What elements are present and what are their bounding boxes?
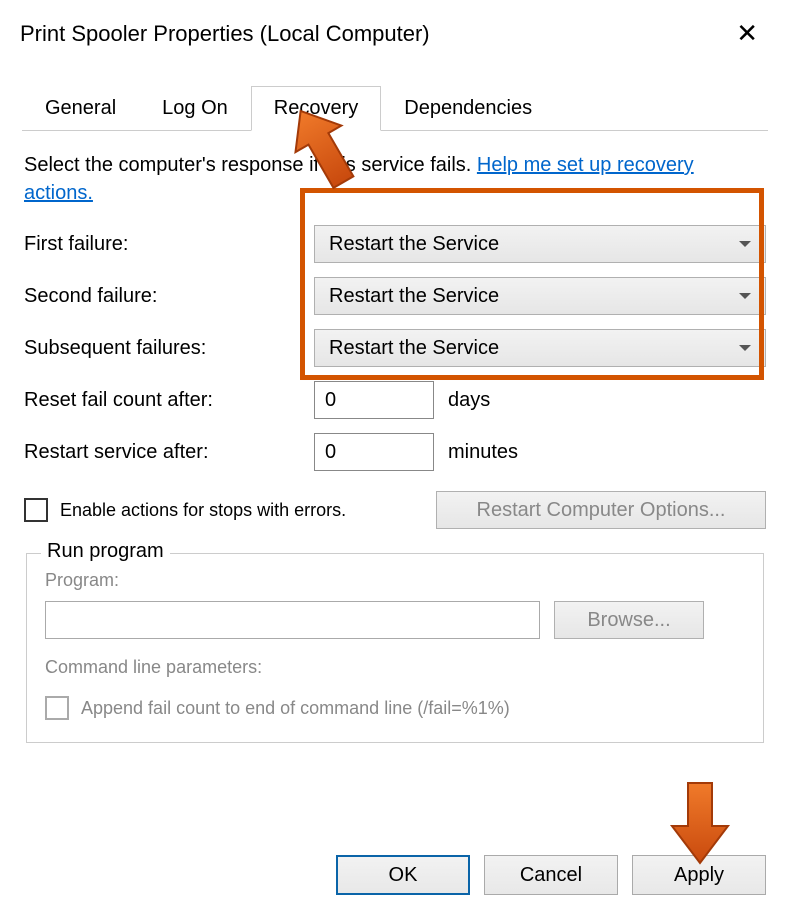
subsequent-failures-dropdown[interactable]: Restart the Service [314,329,766,367]
first-failure-value: Restart the Service [329,233,499,256]
chevron-down-icon [739,345,751,351]
command-line-label: Command line parameters: [45,657,745,678]
apply-button[interactable]: Apply [632,855,766,895]
subsequent-failures-label: Subsequent failures: [24,337,314,360]
restart-after-label: Restart service after: [24,441,314,464]
reset-fail-unit: days [448,389,490,412]
program-label: Program: [45,570,745,591]
browse-button[interactable]: Browse... [554,601,704,639]
enable-actions-label: Enable actions for stops with errors. [60,500,346,521]
first-failure-dropdown[interactable]: Restart the Service [314,225,766,263]
close-icon[interactable]: ✕ [724,14,770,53]
intro-text: Select the computer's response if this s… [24,151,766,207]
reset-fail-label: Reset fail count after: [24,389,314,412]
intro-plain: Select the computer's response if this s… [24,154,477,176]
cancel-button[interactable]: Cancel [484,855,618,895]
program-input [45,601,540,639]
tab-recovery[interactable]: Recovery [251,86,381,131]
run-program-legend: Run program [41,540,170,563]
chevron-down-icon [739,241,751,247]
chevron-down-icon [739,293,751,299]
second-failure-label: Second failure: [24,285,314,308]
reset-fail-input[interactable] [314,381,434,419]
restart-computer-options-button[interactable]: Restart Computer Options... [436,491,766,529]
second-failure-value: Restart the Service [329,285,499,308]
tab-general[interactable]: General [22,86,139,131]
restart-after-unit: minutes [448,441,518,464]
append-fail-label: Append fail count to end of command line… [81,698,510,719]
window-title: Print Spooler Properties (Local Computer… [20,21,430,47]
restart-after-input[interactable] [314,433,434,471]
ok-button[interactable]: OK [336,855,470,895]
tab-logon[interactable]: Log On [139,86,251,131]
second-failure-dropdown[interactable]: Restart the Service [314,277,766,315]
run-program-group: Run program Program: Browse... Command l… [26,553,764,743]
subsequent-failures-value: Restart the Service [329,337,499,360]
first-failure-label: First failure: [24,233,314,256]
tabstrip: General Log On Recovery Dependencies [22,85,768,131]
tab-dependencies[interactable]: Dependencies [381,86,555,131]
append-fail-checkbox [45,696,69,720]
enable-actions-checkbox[interactable] [24,498,48,522]
